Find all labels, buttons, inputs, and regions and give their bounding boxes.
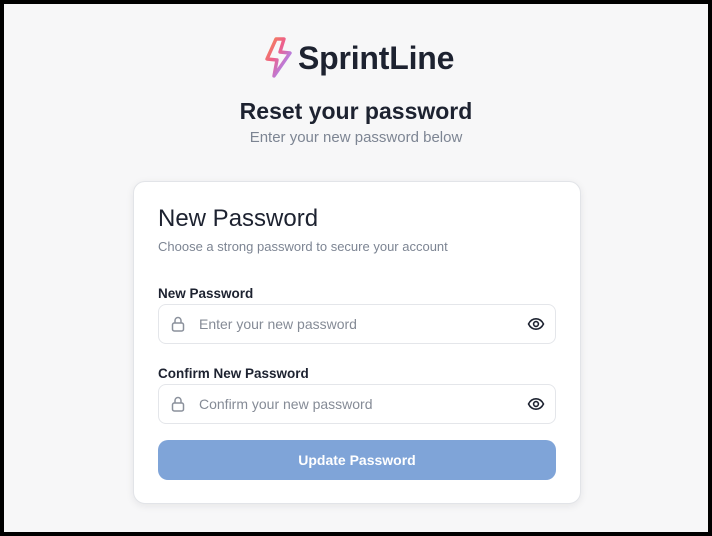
eye-icon[interactable]	[527, 395, 545, 413]
lock-icon	[171, 396, 185, 412]
confirm-password-label: Confirm New Password	[158, 366, 309, 381]
brand-name: SprintLine	[298, 40, 455, 76]
new-password-input[interactable]	[199, 305, 509, 343]
update-password-button[interactable]: Update Password	[158, 440, 556, 480]
lock-icon	[171, 316, 185, 332]
lightning-bolt-icon	[265, 37, 292, 78]
eye-icon[interactable]	[527, 315, 545, 333]
page-title: Reset your password	[239, 98, 473, 124]
new-password-field	[158, 304, 556, 344]
card-description: Choose a strong password to secure your …	[158, 239, 448, 254]
confirm-password-field	[158, 384, 556, 424]
card-title: New Password	[158, 205, 319, 232]
brand-logo: SprintLine	[262, 36, 454, 80]
page-subtitle: Enter your new password below	[249, 129, 463, 146]
app-window: SprintLine Reset your password Enter you…	[0, 0, 712, 536]
confirm-password-input[interactable]	[199, 385, 509, 423]
reset-password-card: New Password Choose a strong password to…	[133, 181, 581, 504]
new-password-label: New Password	[158, 286, 254, 301]
